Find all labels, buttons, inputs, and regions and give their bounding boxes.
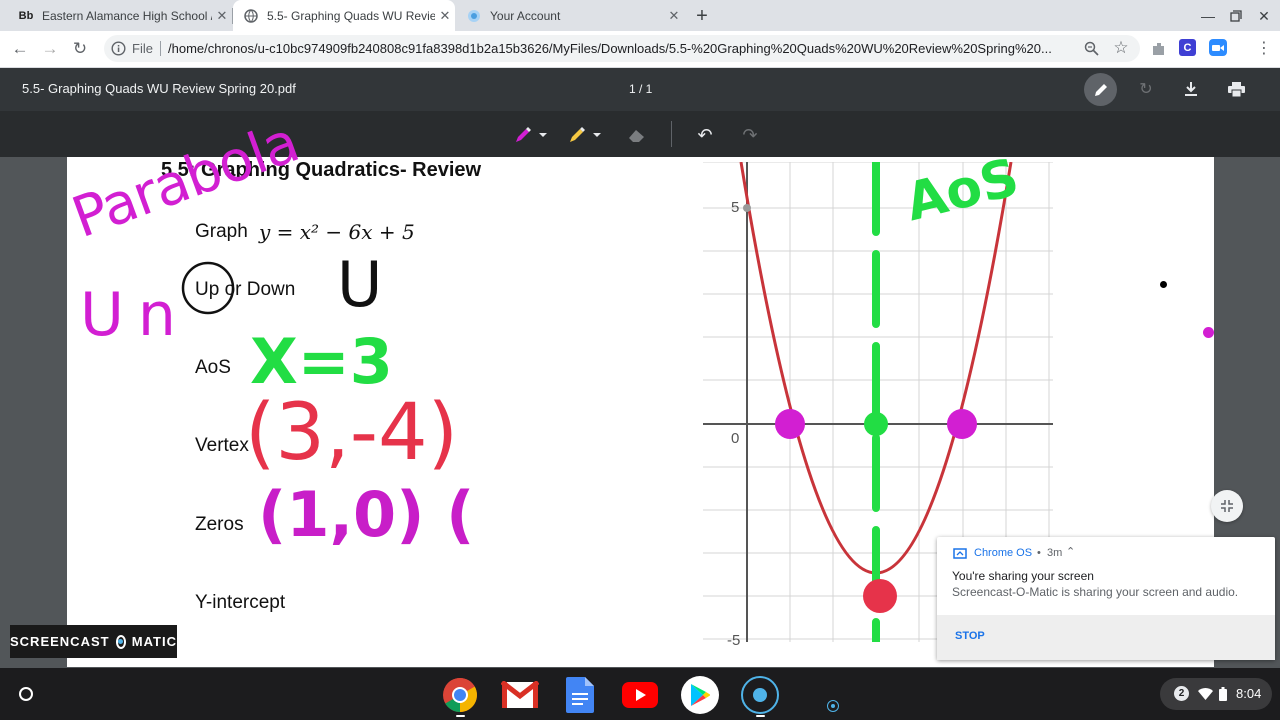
gmail-app-icon[interactable]: [501, 676, 539, 714]
graph-prefix: Graph: [195, 221, 248, 242]
tab-pdf-active[interactable]: 5.5- Graphing Quads WU Review … ✕: [233, 0, 455, 31]
wifi-icon: [1197, 687, 1213, 701]
aos-label: AoS: [195, 357, 231, 378]
zoom-icon[interactable]: [1082, 39, 1100, 57]
vertex-point: [863, 579, 897, 613]
y-intercept-point: [743, 204, 751, 212]
chevron-up-icon[interactable]: ⌃: [1066, 545, 1075, 558]
running-indicator: [756, 715, 765, 717]
handwriting-un: Un: [80, 280, 190, 350]
notification-dot-separator: •: [1037, 547, 1041, 559]
handwriting-u-shape: U: [337, 248, 383, 321]
battery-icon: [1218, 686, 1228, 701]
tab-your-account[interactable]: Your Account ✕: [456, 0, 684, 31]
zero-point-right: [947, 409, 977, 439]
download-icon[interactable]: [1181, 79, 1201, 99]
blackboard-favicon-icon: Bb: [18, 9, 34, 22]
notification-body: Screencast-O-Matic is sharing your scree…: [952, 585, 1239, 599]
rotate-icon[interactable]: ↻: [1137, 80, 1155, 98]
file-scheme-label: File: [132, 41, 153, 56]
zeros-label: Zeros: [195, 514, 244, 535]
notification-count-badge: 2: [1174, 686, 1189, 701]
zoom-extension-icon[interactable]: [1209, 39, 1227, 56]
forward-icon[interactable]: →: [39, 38, 61, 60]
running-indicator: [456, 715, 465, 717]
annotate-pencil-icon[interactable]: [1084, 73, 1117, 106]
ink-dot-black: [1160, 281, 1167, 288]
pen-tool-icon[interactable]: [514, 124, 548, 146]
close-window-icon[interactable]: ✕: [1254, 6, 1274, 26]
close-tab-icon[interactable]: ✕: [212, 8, 232, 24]
undo-icon[interactable]: ↶: [695, 125, 715, 145]
watermark-text-left: SCREENCAST: [10, 634, 110, 649]
chrome-app-icon[interactable]: [441, 676, 479, 714]
google-docs-app-icon[interactable]: [561, 676, 599, 714]
handwriting-vertex-answer: (3,-4): [245, 388, 459, 478]
tick-label-neg5: -5: [727, 632, 741, 649]
ink-dot-magenta: [1203, 327, 1214, 338]
redo-icon[interactable]: ↷: [740, 125, 760, 145]
notification-title: You're sharing your screen: [952, 569, 1094, 583]
restore-icon[interactable]: [1226, 6, 1246, 26]
classlink-extension-icon[interactable]: C: [1179, 39, 1196, 56]
close-tab-icon[interactable]: ✕: [435, 8, 455, 24]
tick-label-5: 5: [731, 199, 740, 216]
extension-icon[interactable]: [1150, 40, 1168, 58]
page-indicator: 1 / 1: [629, 82, 653, 96]
equation: y = x² − 6x + 5: [259, 220, 415, 244]
launcher-icon[interactable]: [16, 684, 36, 704]
circle-up-annotation: [181, 261, 235, 315]
clock: 8:04: [1236, 686, 1262, 701]
notification-source: Chrome OS: [974, 547, 1033, 559]
toolbar-divider: [671, 121, 672, 147]
zero-point-left: [775, 409, 805, 439]
screencast-logo-icon: [115, 634, 126, 649]
notification-actions: [937, 615, 1275, 660]
tab-eastern-alamance[interactable]: Bb Eastern Alamance High School / … ✕: [8, 0, 232, 31]
url-text[interactable]: /home/chronos/u-c10bc974909fb240808c91fa…: [168, 41, 1068, 56]
recording-status-icon[interactable]: [827, 700, 839, 712]
new-tab-icon[interactable]: +: [690, 4, 714, 28]
info-icon[interactable]: [110, 40, 126, 56]
reload-icon[interactable]: ↻: [69, 38, 91, 60]
cast-icon: [953, 547, 967, 559]
collapse-icon[interactable]: [1211, 490, 1243, 522]
screencast-o-matic-app-icon[interactable]: [741, 676, 779, 714]
account-icon: [466, 8, 482, 24]
aos-axis-point: [864, 412, 888, 436]
notification-age: 3m: [1047, 547, 1063, 559]
back-icon[interactable]: ←: [9, 38, 31, 60]
bookmark-star-icon[interactable]: ☆: [1111, 38, 1131, 58]
tab-title: Eastern Alamance High School / …: [42, 8, 212, 23]
tab-title: 5.5- Graphing Quads WU Review …: [267, 8, 435, 23]
screencast-watermark: SCREENCAST MATIC: [10, 625, 177, 658]
pdf-title: 5.5- Graphing Quads WU Review Spring 20.…: [22, 81, 296, 96]
vertex-label: Vertex: [195, 435, 249, 456]
highlighter-tool-icon[interactable]: [568, 124, 602, 146]
print-icon[interactable]: [1226, 79, 1246, 99]
y-intercept-label: Y-intercept: [195, 592, 286, 613]
menu-kebab-icon[interactable]: ⋮: [1254, 38, 1274, 58]
watermark-text-right: MATIC: [131, 634, 177, 649]
tick-label-0: 0: [731, 430, 740, 447]
handwriting-zeros-answer: (1,0) (: [258, 478, 475, 551]
eraser-icon[interactable]: [627, 125, 647, 145]
stop-sharing-button[interactable]: STOP: [955, 630, 985, 642]
close-tab-icon[interactable]: ✕: [664, 8, 684, 24]
minimize-icon[interactable]: —: [1198, 6, 1218, 26]
youtube-app-icon[interactable]: [621, 676, 659, 714]
play-store-app-icon[interactable]: [681, 676, 719, 714]
globe-icon: [243, 8, 259, 24]
omnibox-divider: [160, 41, 161, 56]
tab-title: Your Account: [490, 8, 561, 23]
